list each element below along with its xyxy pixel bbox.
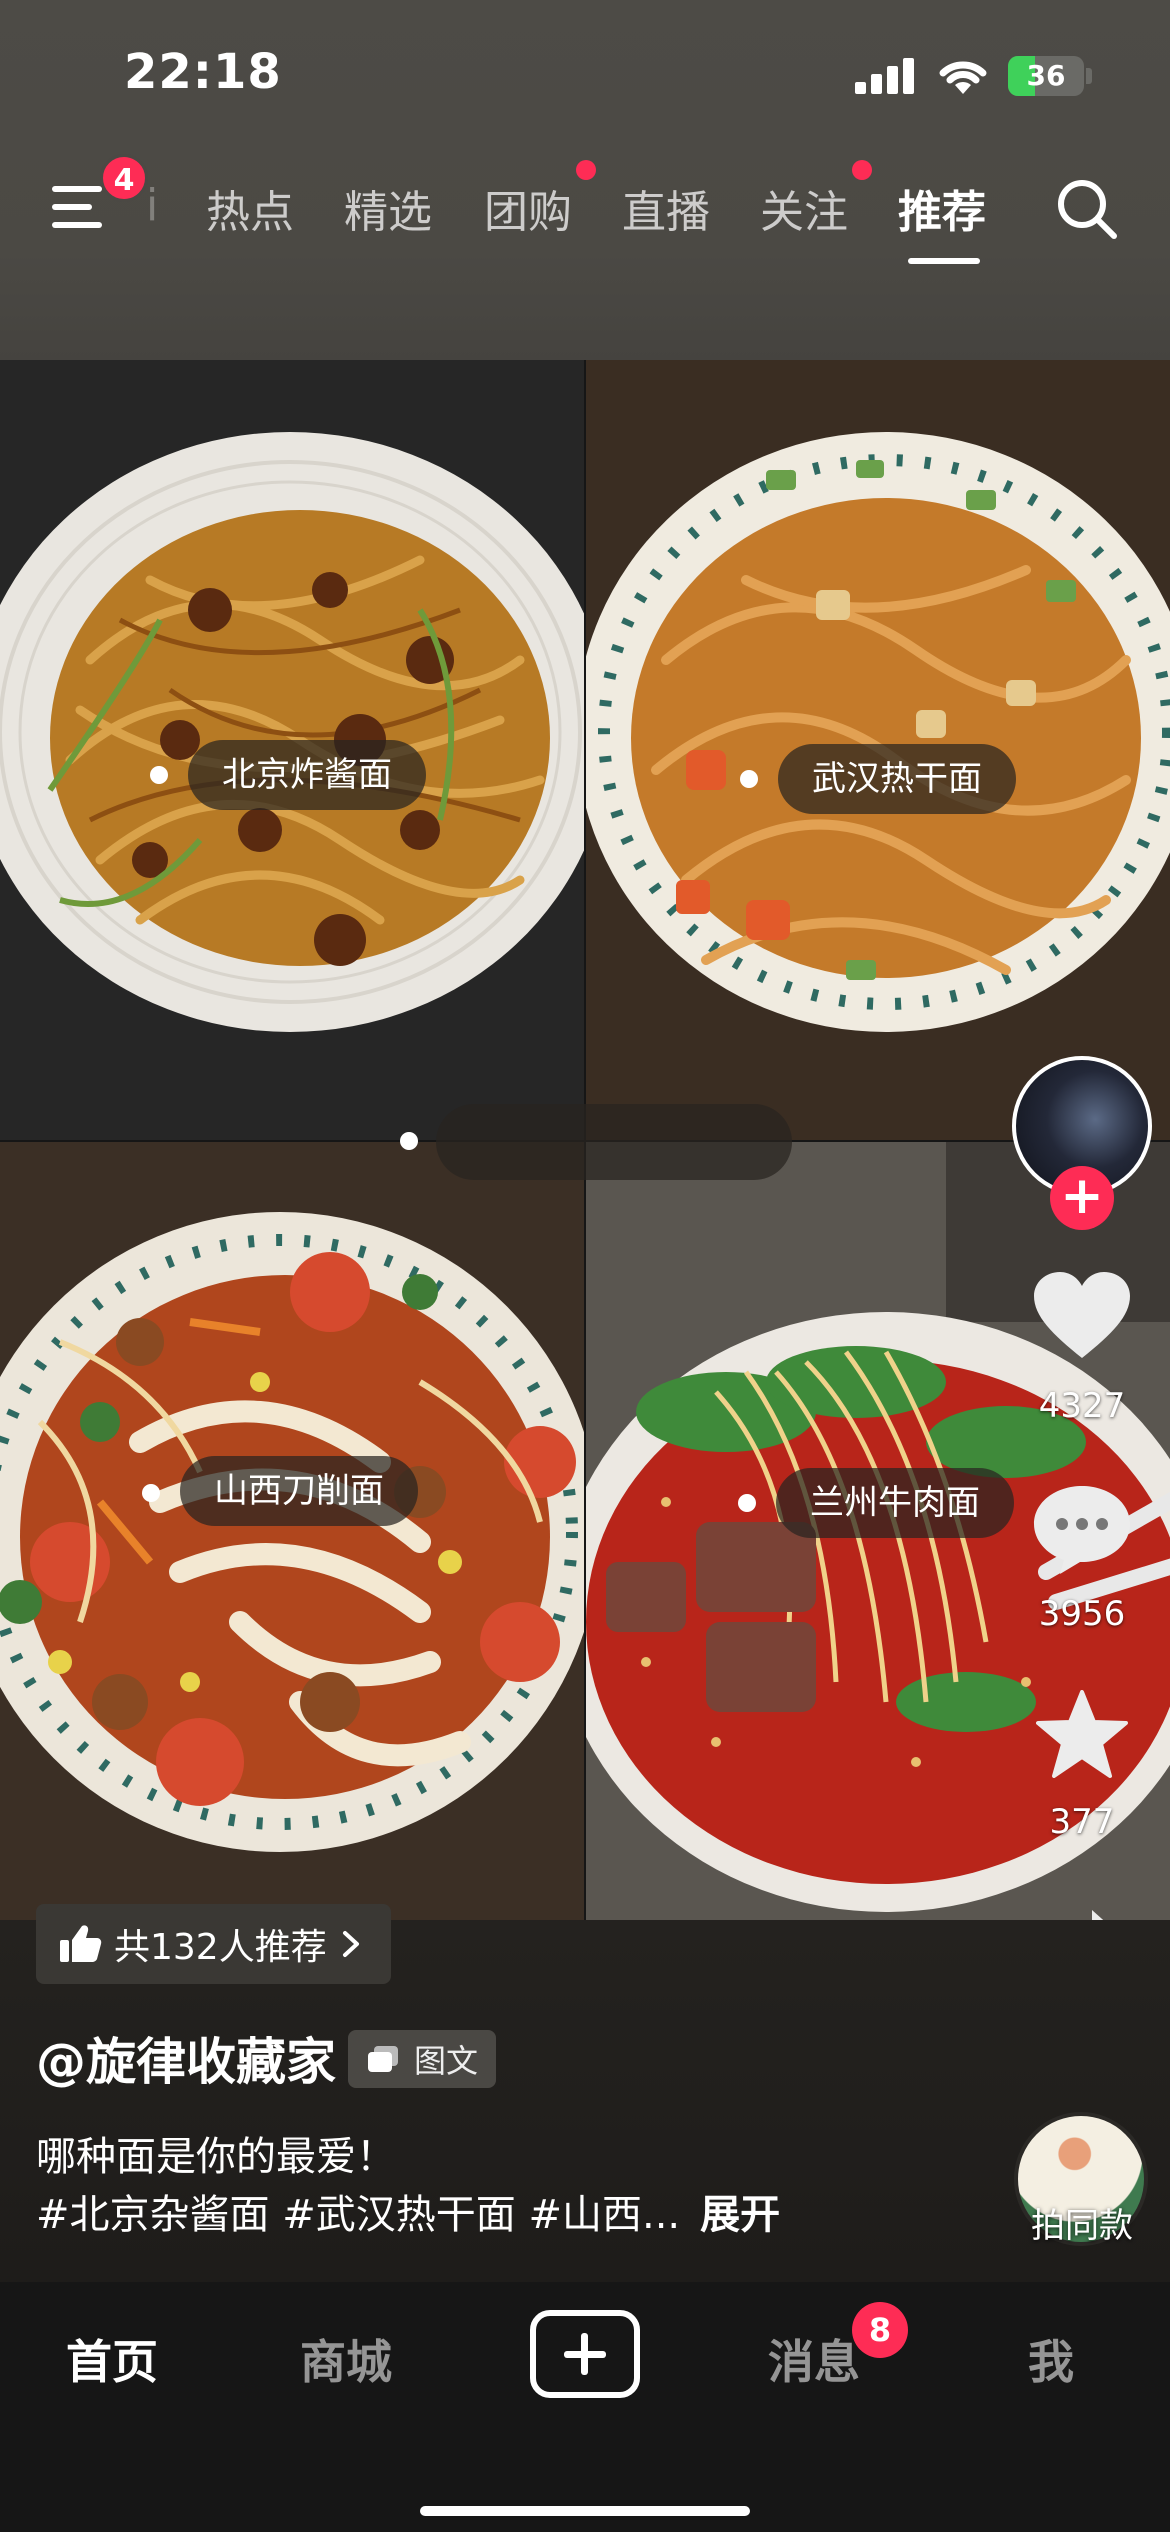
dish-tag-wuhan[interactable]: 武汉热干面 — [778, 744, 1016, 814]
like-count: 4327 — [1038, 1386, 1126, 1426]
caption-line-2: #北京杂酱面 #武汉热干面 #山西... 展开 — [36, 2186, 780, 2244]
dish-tag-empty[interactable] — [436, 1104, 792, 1180]
caption-line-1: 哪种面是你的最爱！ — [36, 2134, 396, 2180]
follow-button[interactable]: + — [1050, 1166, 1114, 1230]
menu-icon[interactable] — [52, 182, 108, 232]
post-type-label: 图文 — [414, 2042, 479, 2080]
messages-badge: 8 — [852, 2302, 908, 2358]
caption-hashtags[interactable]: #北京杂酱面 #武汉热干面 #山西... — [36, 2192, 680, 2238]
tab-following[interactable]: 关注 — [760, 176, 848, 240]
comment-count: 3956 — [1038, 1594, 1126, 1634]
thumbs-up-icon — [60, 1925, 102, 1962]
post-type-badge: 图文 — [348, 2030, 497, 2088]
author-name[interactable]: @旋律收藏家 — [36, 2022, 336, 2094]
tab-recommended[interactable]: 推荐 — [898, 176, 986, 240]
favorite-count: 377 — [1049, 1802, 1115, 1842]
tab-featured[interactable]: 精选 — [344, 176, 432, 240]
recommend-text: 共132人推荐 — [114, 1927, 327, 1968]
shanxi-noodles-image — [0, 1142, 584, 1922]
create-plus-button[interactable] — [530, 2310, 640, 2398]
recommend-pill[interactable]: 共132人推荐 — [36, 1904, 391, 1984]
dish-tag-beijing[interactable]: 北京炸酱面 — [188, 740, 426, 810]
nav-messages[interactable]: 消息 — [768, 2326, 860, 2392]
dish-tag-shanxi[interactable]: 山西刀削面 — [180, 1456, 418, 1526]
tab-hot[interactable]: 热点 — [206, 176, 294, 240]
tab-partial[interactable]: i — [146, 180, 158, 231]
active-tab-indicator — [908, 258, 980, 264]
battery-percent: 36 — [1026, 59, 1066, 92]
heart-icon[interactable] — [1032, 1272, 1132, 1362]
photo-shanxi-noodles[interactable]: 山西刀削面 — [0, 1142, 584, 1922]
battery-cap — [1086, 68, 1092, 84]
tab-group-buy[interactable]: 团购 — [484, 176, 572, 240]
dish-tag-dot — [738, 1494, 756, 1512]
expand-button[interactable]: 展开 — [700, 2192, 780, 2238]
use-sound-label[interactable]: 拍同款 — [1010, 2198, 1154, 2247]
tab-group-buy-dot — [576, 160, 596, 180]
nav-me[interactable]: 我 — [1028, 2326, 1074, 2392]
dish-tag-lanzhou[interactable]: 兰州牛肉面 — [776, 1468, 1014, 1538]
cellular-signal-icon — [855, 58, 915, 94]
photo-wuhan-noodles[interactable]: 武汉热干面 — [586, 360, 1170, 1140]
favorite-star-icon[interactable] — [1036, 1690, 1128, 1778]
image-text-icon — [368, 2046, 398, 2072]
nav-home[interactable]: 首页 — [66, 2326, 158, 2392]
menu-badge: 4 — [100, 154, 148, 202]
wifi-icon — [939, 61, 987, 94]
post-caption: 哪种面是你的最爱！ #北京杂酱面 #武汉热干面 #山西... 展开 — [36, 2128, 780, 2244]
nav-mall[interactable]: 商城 — [300, 2326, 392, 2392]
home-indicator — [420, 2506, 750, 2516]
status-time: 22:18 — [124, 44, 282, 100]
photo-beijing-noodles[interactable]: 北京炸酱面 — [0, 360, 584, 1140]
dish-tag-dot — [142, 1484, 160, 1502]
dish-tag-dot — [740, 770, 758, 788]
battery-icon: 36 — [1008, 56, 1084, 96]
search-icon[interactable] — [1054, 176, 1120, 242]
comment-icon[interactable] — [1032, 1484, 1132, 1576]
tab-following-dot — [852, 160, 872, 180]
dish-tag-dot — [400, 1132, 418, 1150]
dish-tag-dot — [150, 766, 168, 784]
tab-live[interactable]: 直播 — [622, 176, 710, 240]
chevron-right-icon — [342, 1931, 359, 1957]
